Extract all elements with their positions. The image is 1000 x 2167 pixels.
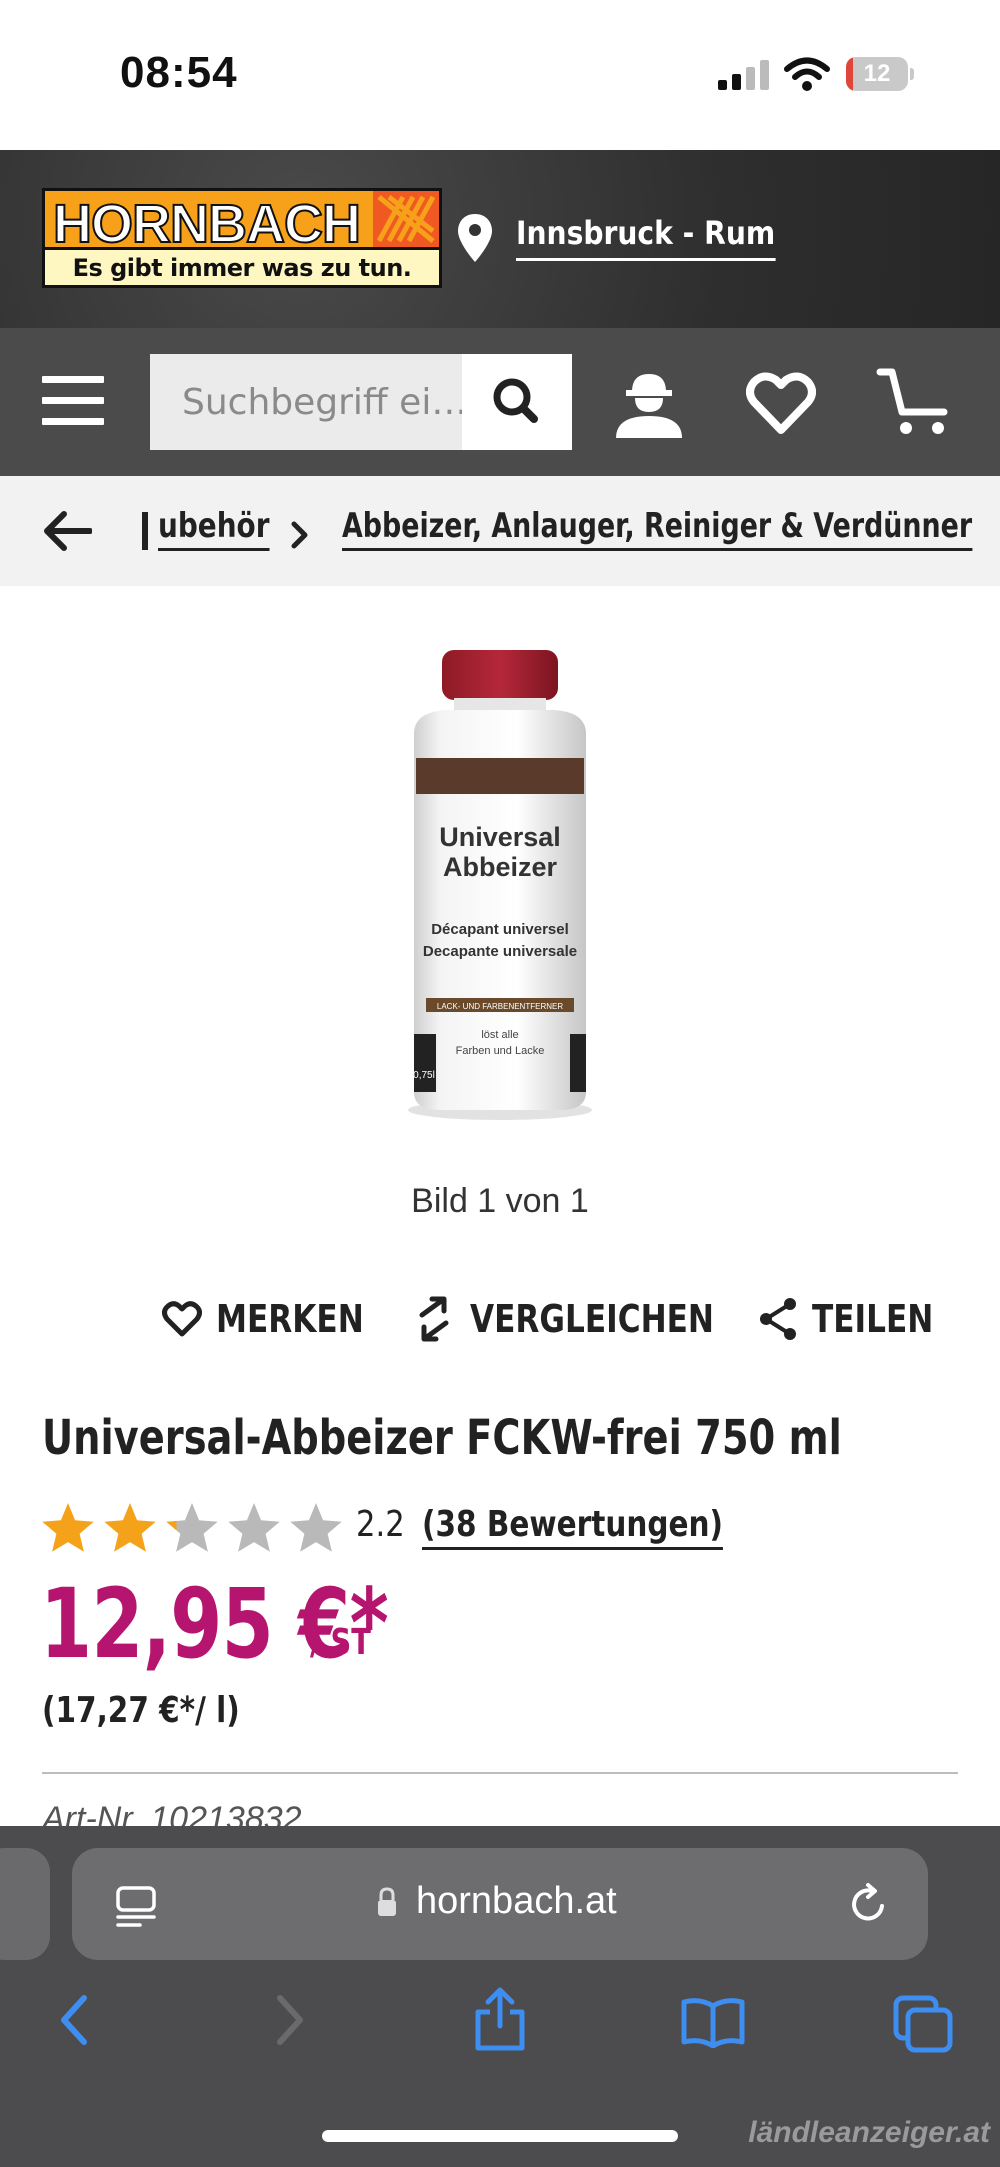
lock-icon	[378, 1887, 396, 1916]
hornbach-logo[interactable]: HORNBACH Es gibt immer was zu tun.	[42, 188, 442, 288]
vergleichen-button[interactable]: VERGLEICHEN	[412, 1292, 768, 1346]
menu-icon[interactable]	[42, 376, 104, 426]
product-image[interactable]: Universal Abbeizer Décapant universel De…	[400, 648, 600, 1124]
heart-icon[interactable]	[746, 370, 816, 436]
star-icon	[166, 1503, 218, 1552]
star-icon	[104, 1503, 156, 1552]
vergleichen-label: VERGLEICHEN	[470, 1297, 715, 1341]
cellular-signal-icon	[718, 60, 769, 90]
header: HORNBACH Es gibt immer was zu tun. Innsb…	[0, 150, 1000, 328]
bottle-text-3: Décapant universel	[431, 921, 569, 938]
forward-icon[interactable]	[270, 1992, 310, 2048]
bottle-volume: 0,75l	[413, 1070, 435, 1081]
home-indicator[interactable]	[322, 2130, 678, 2142]
previous-tab-edge[interactable]	[0, 1848, 50, 1960]
battery-level: 12	[863, 60, 891, 87]
cart-icon[interactable]	[876, 366, 954, 440]
star-icon	[42, 1503, 94, 1552]
teilen-button[interactable]: TEILEN	[758, 1292, 960, 1346]
location-pin-icon[interactable]	[456, 212, 494, 264]
watermark: ländleanzeiger.at	[748, 2116, 990, 2149]
merken-button[interactable]: MERKEN	[162, 1292, 396, 1346]
tabs-icon[interactable]	[892, 1994, 954, 2054]
product-title: Universal-Abbeizer FCKW-frei 750 ml	[42, 1410, 842, 1466]
heart-icon	[162, 1301, 202, 1337]
rating-value: 2.2	[356, 1504, 405, 1545]
wifi-icon	[784, 57, 830, 91]
page-menu-icon[interactable]	[114, 1884, 158, 1928]
breadcrumb: ubehör Abbeizer, Anlauger, Reiniger & Ve…	[0, 476, 1000, 586]
rating-stars	[42, 1503, 342, 1552]
star-icon	[228, 1503, 280, 1552]
share-icon[interactable]	[470, 1986, 530, 2052]
store-location-link[interactable]: Innsbruck - Rum	[516, 214, 776, 261]
search-input[interactable]	[150, 354, 462, 450]
breadcrumb-item-abbeizer[interactable]: Abbeizer, Anlauger, Reiniger & Verdünner	[342, 506, 973, 551]
price-unit: / ST	[310, 1622, 371, 1663]
bottle-text-2: Abbeizer	[443, 852, 558, 882]
search-icon	[493, 378, 538, 423]
breadcrumb-item-zubehoer[interactable]: ubehör	[158, 506, 270, 551]
logo-word: HORNBACH	[52, 193, 362, 255]
reload-icon[interactable]	[844, 1880, 892, 1928]
bottle-band-text: LACK- UND FARBENENTFERNER	[437, 1002, 563, 1011]
user-icon[interactable]	[612, 368, 686, 438]
status-bar: 08:54 12	[0, 0, 1000, 150]
bottle-text-6: Farben und Lacke	[456, 1045, 545, 1057]
unit-price: (17,27 €*/ l)	[42, 1690, 240, 1731]
back-icon[interactable]	[54, 1992, 94, 2048]
text-cursor	[142, 512, 148, 550]
chevron-right-icon	[291, 521, 308, 549]
image-caption: Bild 1 von 1	[411, 1182, 589, 1220]
star-icon	[290, 1503, 342, 1552]
bottle-text-4: Decapante universale	[423, 943, 577, 960]
divider	[42, 1772, 958, 1774]
search-box	[150, 354, 572, 450]
url-text: hornbach.at	[416, 1880, 617, 1922]
search-button[interactable]	[462, 354, 572, 450]
merken-label: MERKEN	[216, 1297, 364, 1341]
bookmarks-icon[interactable]	[680, 1996, 746, 2048]
bottle-text-5: löst alle	[481, 1029, 518, 1041]
reviews-link[interactable]: (38 Bewertungen)	[422, 1504, 724, 1550]
logo-tagline: Es gibt immer was zu tun.	[45, 247, 439, 285]
logo-mark-icon	[373, 191, 439, 247]
share-icon	[760, 1298, 796, 1340]
back-arrow-icon[interactable]	[42, 510, 92, 552]
bottle-text-1: Universal	[439, 822, 561, 852]
nav-bar	[0, 328, 1000, 476]
address-bar[interactable]: hornbach.at	[72, 1848, 928, 1960]
teilen-label: TEILEN	[812, 1297, 934, 1341]
battery-icon: 12	[846, 57, 914, 91]
status-time: 08:54	[120, 48, 238, 97]
compare-arrows-icon	[419, 1296, 449, 1342]
